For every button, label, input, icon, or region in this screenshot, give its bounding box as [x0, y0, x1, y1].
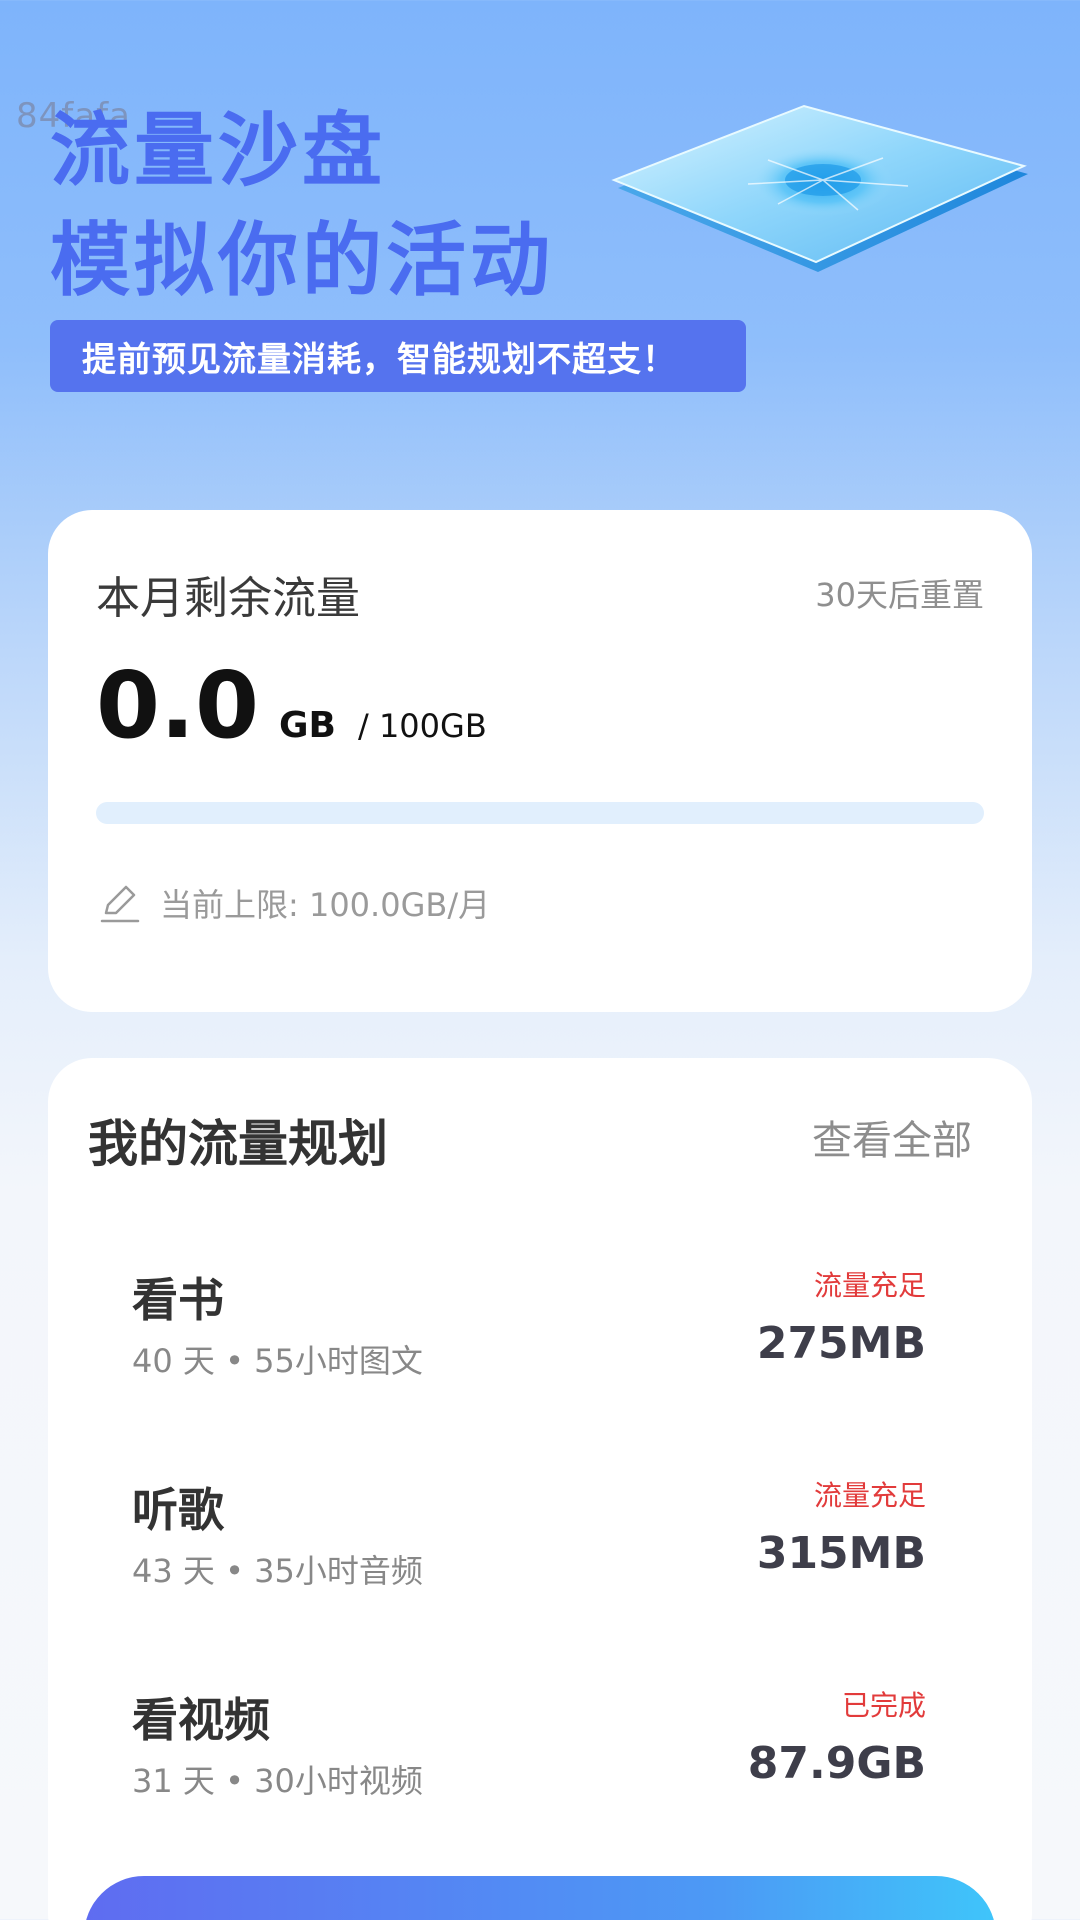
- hero-title-line2: 模拟你的活动: [50, 214, 554, 307]
- remaining-data-card: 本月剩余流量 30天后重置 0.0 GB / 100GB 当前上限: 100.0…: [48, 510, 1032, 1012]
- plan-title: 我的流量规划: [88, 1115, 388, 1173]
- remaining-unit: GB: [278, 705, 336, 746]
- plan-item-meta: 40 天 • 55小时图文: [132, 1342, 423, 1380]
- plan-item-status: 流量充足: [813, 1479, 926, 1512]
- plan-item-video[interactable]: 看视频 31 天 • 30小时视频 已完成 87.9GB: [132, 1684, 948, 1844]
- plan-item-name: 听歌: [132, 1483, 224, 1537]
- primary-action-button[interactable]: [84, 1876, 996, 1920]
- remaining-number: 0.0: [96, 652, 259, 759]
- plan-item-size: 315MB: [756, 1528, 926, 1579]
- data-total: / 100GB: [357, 707, 487, 745]
- plan-item-size: 87.9GB: [747, 1738, 926, 1789]
- limit-edit-row[interactable]: 当前上限: 100.0GB/月: [98, 880, 490, 926]
- hero-title-line1: 流量沙盘: [50, 104, 386, 197]
- reset-countdown: 30天后重置: [815, 576, 984, 614]
- limit-text: 当前上限: 100.0GB/月: [160, 886, 491, 924]
- plan-item-meta: 31 天 • 30小时视频: [132, 1762, 423, 1800]
- plan-item-name: 看视频: [132, 1693, 270, 1747]
- plan-item-reading[interactable]: 看书 40 天 • 55小时图文 流量充足 275MB: [132, 1264, 948, 1424]
- plan-item-meta: 43 天 • 35小时音频: [132, 1552, 423, 1590]
- plan-item-name: 看书: [132, 1273, 224, 1327]
- remaining-data-title: 本月剩余流量: [96, 573, 360, 624]
- hero-title: 流量沙盘 模拟你的活动: [50, 96, 554, 316]
- view-all-link[interactable]: 查看全部: [812, 1108, 972, 1166]
- glass-plate-illustration: [611, 104, 1028, 272]
- data-plan-card: 我的流量规划 查看全部 看书 40 天 • 55小时图文 流量充足 275MB …: [48, 1058, 1032, 1920]
- remaining-data-value: 0.0 GB / 100GB: [96, 660, 487, 752]
- pencil-edit-icon[interactable]: [98, 881, 142, 925]
- usage-progress-bar: [96, 802, 984, 824]
- plan-item-size: 275MB: [756, 1318, 926, 1369]
- hero-badge: 提前预见流量消耗，智能规划不超支！: [50, 320, 746, 392]
- plan-item-status: 流量充足: [813, 1269, 926, 1302]
- plan-item-status: 已完成: [841, 1689, 926, 1722]
- plan-item-music[interactable]: 听歌 43 天 • 35小时音频 流量充足 315MB: [132, 1474, 948, 1634]
